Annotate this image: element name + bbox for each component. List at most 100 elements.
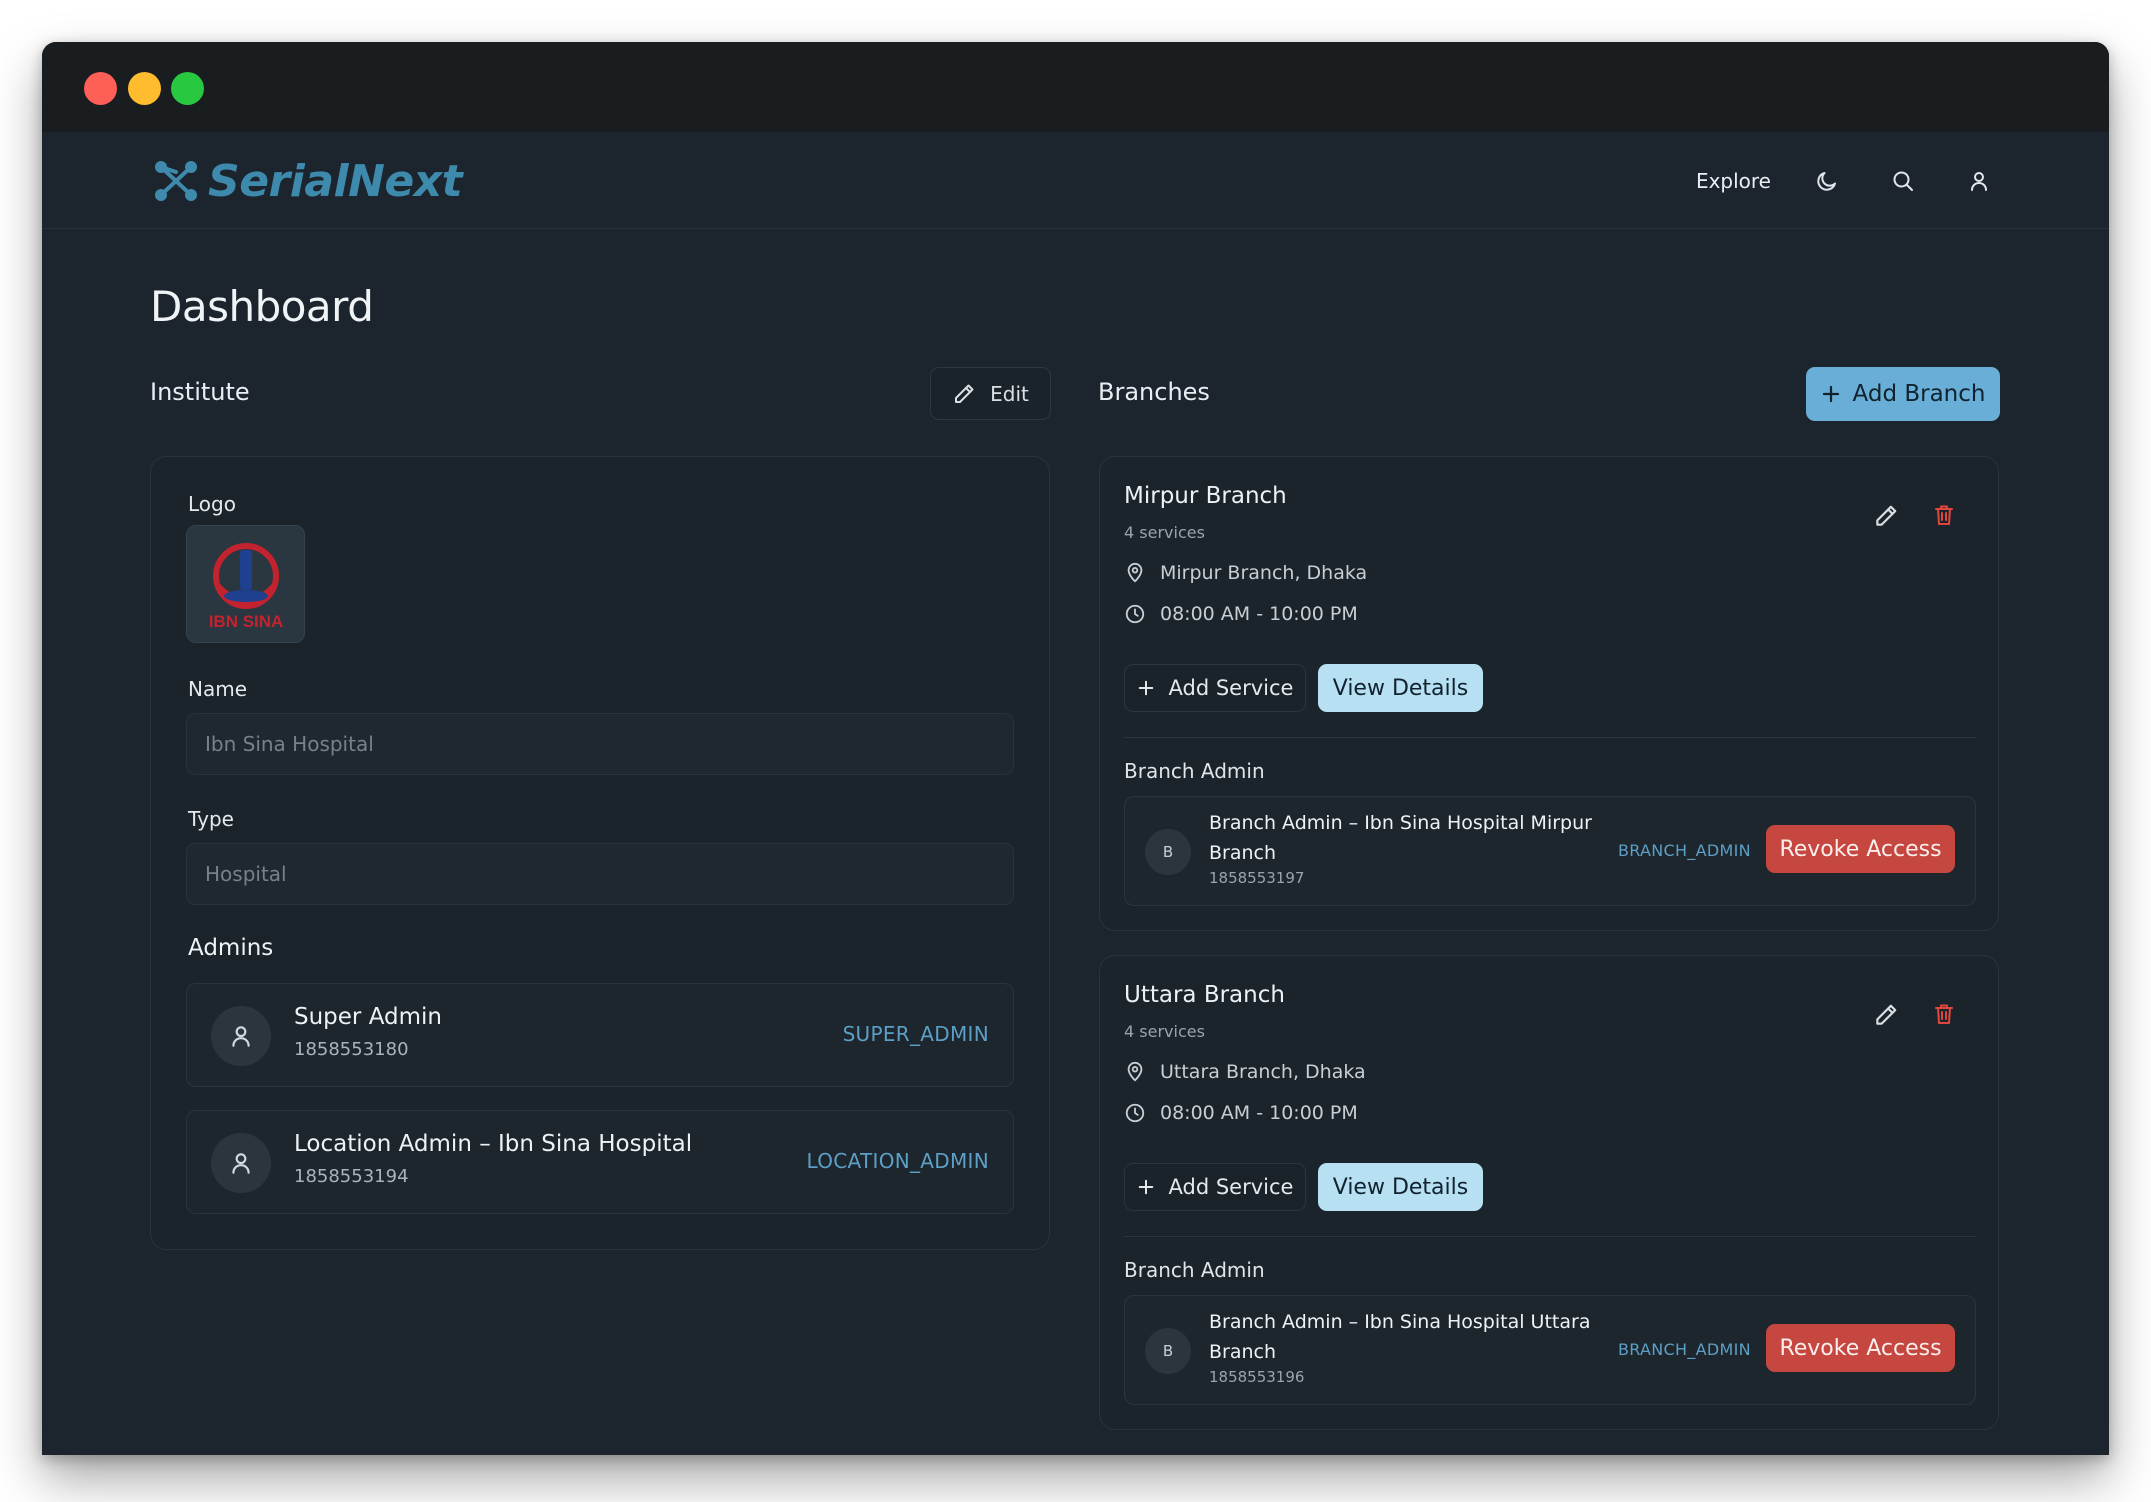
admin-phone: 1858553180 bbox=[294, 1039, 409, 1060]
admin-role-badge: SUPER_ADMIN bbox=[842, 1022, 989, 1046]
search-icon bbox=[1893, 171, 1913, 191]
admin-phone: 1858553194 bbox=[294, 1166, 409, 1187]
user-icon bbox=[1971, 172, 1987, 191]
svg-text:IBN SINA: IBN SINA bbox=[208, 612, 283, 631]
institute-card: Logo IBN SINA Name Ibn Sina Hospital Typ… bbox=[150, 456, 1050, 1250]
avatar: B bbox=[1145, 829, 1191, 875]
top-navbar: SerialNext Explore bbox=[42, 132, 2109, 229]
add-service-label: Add Service bbox=[1168, 1175, 1294, 1199]
branch-service-count: 4 services bbox=[1124, 523, 1205, 542]
branch-admin-name: Branch Admin – Ibn Sina Hospital Uttara … bbox=[1209, 1311, 1591, 1363]
branch-hours: 08:00 AM - 10:00 PM bbox=[1124, 1102, 1358, 1124]
branch-service-count: 4 services bbox=[1124, 1022, 1205, 1041]
view-details-button[interactable]: View Details bbox=[1318, 1163, 1483, 1211]
divider bbox=[1124, 1236, 1976, 1237]
add-service-button[interactable]: Add Service bbox=[1124, 1163, 1306, 1211]
clock-icon bbox=[1125, 1103, 1145, 1123]
branch-admin-title: Branch Admin bbox=[1124, 1258, 1265, 1282]
moon-icon bbox=[1817, 172, 1836, 191]
admins-title: Admins bbox=[188, 935, 274, 961]
search-button[interactable] bbox=[1883, 162, 1923, 200]
revoke-access-button[interactable]: Revoke Access bbox=[1766, 1324, 1955, 1372]
branch-card-mirpur: Mirpur Branch 4 services Mirpur Branch, … bbox=[1099, 456, 1999, 931]
user-icon bbox=[232, 1026, 250, 1047]
add-service-label: Add Service bbox=[1168, 676, 1294, 700]
add-service-button[interactable]: Add Service bbox=[1124, 664, 1306, 712]
brand-logo[interactable]: SerialNext bbox=[152, 152, 463, 210]
edit-institute-button[interactable]: Edit bbox=[930, 367, 1051, 420]
trash-icon bbox=[1935, 505, 1953, 525]
logo-label: Logo bbox=[188, 492, 236, 516]
branch-admin-role-badge: BRANCH_ADMIN bbox=[1618, 841, 1751, 860]
add-branch-label: Add Branch bbox=[1852, 381, 1986, 407]
minimize-window-button[interactable] bbox=[128, 72, 161, 105]
explore-link[interactable]: Explore bbox=[1696, 169, 1771, 193]
branch-location-text: Uttara Branch, Dhaka bbox=[1160, 1061, 1366, 1083]
avatar bbox=[211, 1006, 271, 1066]
branch-location: Mirpur Branch, Dhaka bbox=[1124, 562, 1367, 584]
institute-type-placeholder: Hospital bbox=[205, 862, 287, 886]
divider bbox=[1124, 737, 1976, 738]
avatar bbox=[211, 1133, 271, 1193]
map-pin-icon bbox=[1127, 1061, 1143, 1082]
branch-admin-row: B Branch Admin – Ibn Sina Hospital Uttar… bbox=[1124, 1295, 1976, 1405]
user-icon bbox=[232, 1153, 250, 1174]
branch-name: Mirpur Branch bbox=[1124, 483, 1287, 509]
branch-card-uttara: Uttara Branch 4 services Uttara Branch, … bbox=[1099, 955, 1999, 1430]
browser-window: SerialNext Explore Dashboard Institute E… bbox=[42, 42, 2109, 1455]
institute-type-input[interactable]: Hospital bbox=[186, 843, 1014, 905]
avatar: B bbox=[1145, 1328, 1191, 1374]
name-label: Name bbox=[188, 677, 248, 701]
plus-icon bbox=[1138, 1179, 1153, 1195]
branch-location-text: Mirpur Branch, Dhaka bbox=[1160, 562, 1368, 584]
type-label: Type bbox=[188, 807, 234, 831]
map-pin-icon bbox=[1127, 562, 1143, 583]
institute-logo[interactable]: IBN SINA bbox=[186, 525, 305, 643]
branch-admin-name: Branch Admin – Ibn Sina Hospital Mirpur … bbox=[1209, 812, 1592, 864]
edit-label: Edit bbox=[990, 381, 1029, 406]
network-logo-icon bbox=[155, 161, 197, 201]
branch-location: Uttara Branch, Dhaka bbox=[1124, 1061, 1366, 1083]
brand-name: SerialNext bbox=[208, 155, 463, 207]
delete-branch-button[interactable] bbox=[1932, 1002, 1956, 1030]
ibn-sina-logo-image: IBN SINA bbox=[208, 543, 283, 631]
window-titlebar bbox=[42, 42, 2109, 132]
branch-admin-role-badge: BRANCH_ADMIN bbox=[1618, 1340, 1751, 1359]
branch-admin-phone: 1858553197 bbox=[1209, 869, 1305, 887]
delete-branch-button[interactable] bbox=[1932, 503, 1956, 531]
admin-row[interactable]: Super Admin 1858553180 SUPER_ADMIN bbox=[186, 983, 1014, 1087]
institute-section-title: Institute bbox=[150, 378, 250, 406]
admin-name: Location Admin – Ibn Sina Hospital bbox=[294, 1131, 693, 1157]
maximize-window-button[interactable] bbox=[171, 72, 204, 105]
trash-icon bbox=[1935, 1004, 1953, 1024]
branch-admin-phone: 1858553196 bbox=[1209, 1368, 1305, 1386]
admin-row[interactable]: Location Admin – Ibn Sina Hospital 18585… bbox=[186, 1110, 1014, 1214]
admin-name: Super Admin bbox=[294, 1004, 442, 1030]
branch-name: Uttara Branch bbox=[1124, 982, 1285, 1008]
close-window-button[interactable] bbox=[84, 72, 117, 105]
admin-role-badge: LOCATION_ADMIN bbox=[806, 1149, 989, 1173]
branch-hours-text: 08:00 AM - 10:00 PM bbox=[1160, 603, 1358, 625]
branches-section-title: Branches bbox=[1098, 378, 1210, 406]
institute-name-input[interactable]: Ibn Sina Hospital bbox=[186, 713, 1014, 775]
view-details-button[interactable]: View Details bbox=[1318, 664, 1483, 712]
nav-actions: Explore bbox=[1696, 162, 1999, 200]
theme-toggle-button[interactable] bbox=[1807, 162, 1847, 200]
user-menu-button[interactable] bbox=[1959, 162, 1999, 200]
edit-branch-button[interactable] bbox=[1873, 1002, 1899, 1032]
page-title: Dashboard bbox=[150, 282, 374, 331]
plus-icon bbox=[1822, 385, 1839, 403]
branch-admin-row: B Branch Admin – Ibn Sina Hospital Mirpu… bbox=[1124, 796, 1976, 906]
edit-branch-button[interactable] bbox=[1873, 503, 1899, 533]
plus-icon bbox=[1138, 680, 1153, 696]
branch-admin-title: Branch Admin bbox=[1124, 759, 1265, 783]
revoke-access-button[interactable]: Revoke Access bbox=[1766, 825, 1955, 873]
pencil-icon bbox=[1876, 1004, 1897, 1025]
branch-hours-text: 08:00 AM - 10:00 PM bbox=[1160, 1102, 1358, 1124]
institute-name-placeholder: Ibn Sina Hospital bbox=[205, 732, 374, 756]
branch-hours: 08:00 AM - 10:00 PM bbox=[1124, 603, 1358, 625]
pencil-icon bbox=[1876, 505, 1897, 526]
pencil-icon bbox=[955, 384, 974, 403]
clock-icon bbox=[1125, 604, 1145, 624]
add-branch-button[interactable]: Add Branch bbox=[1806, 367, 2000, 421]
